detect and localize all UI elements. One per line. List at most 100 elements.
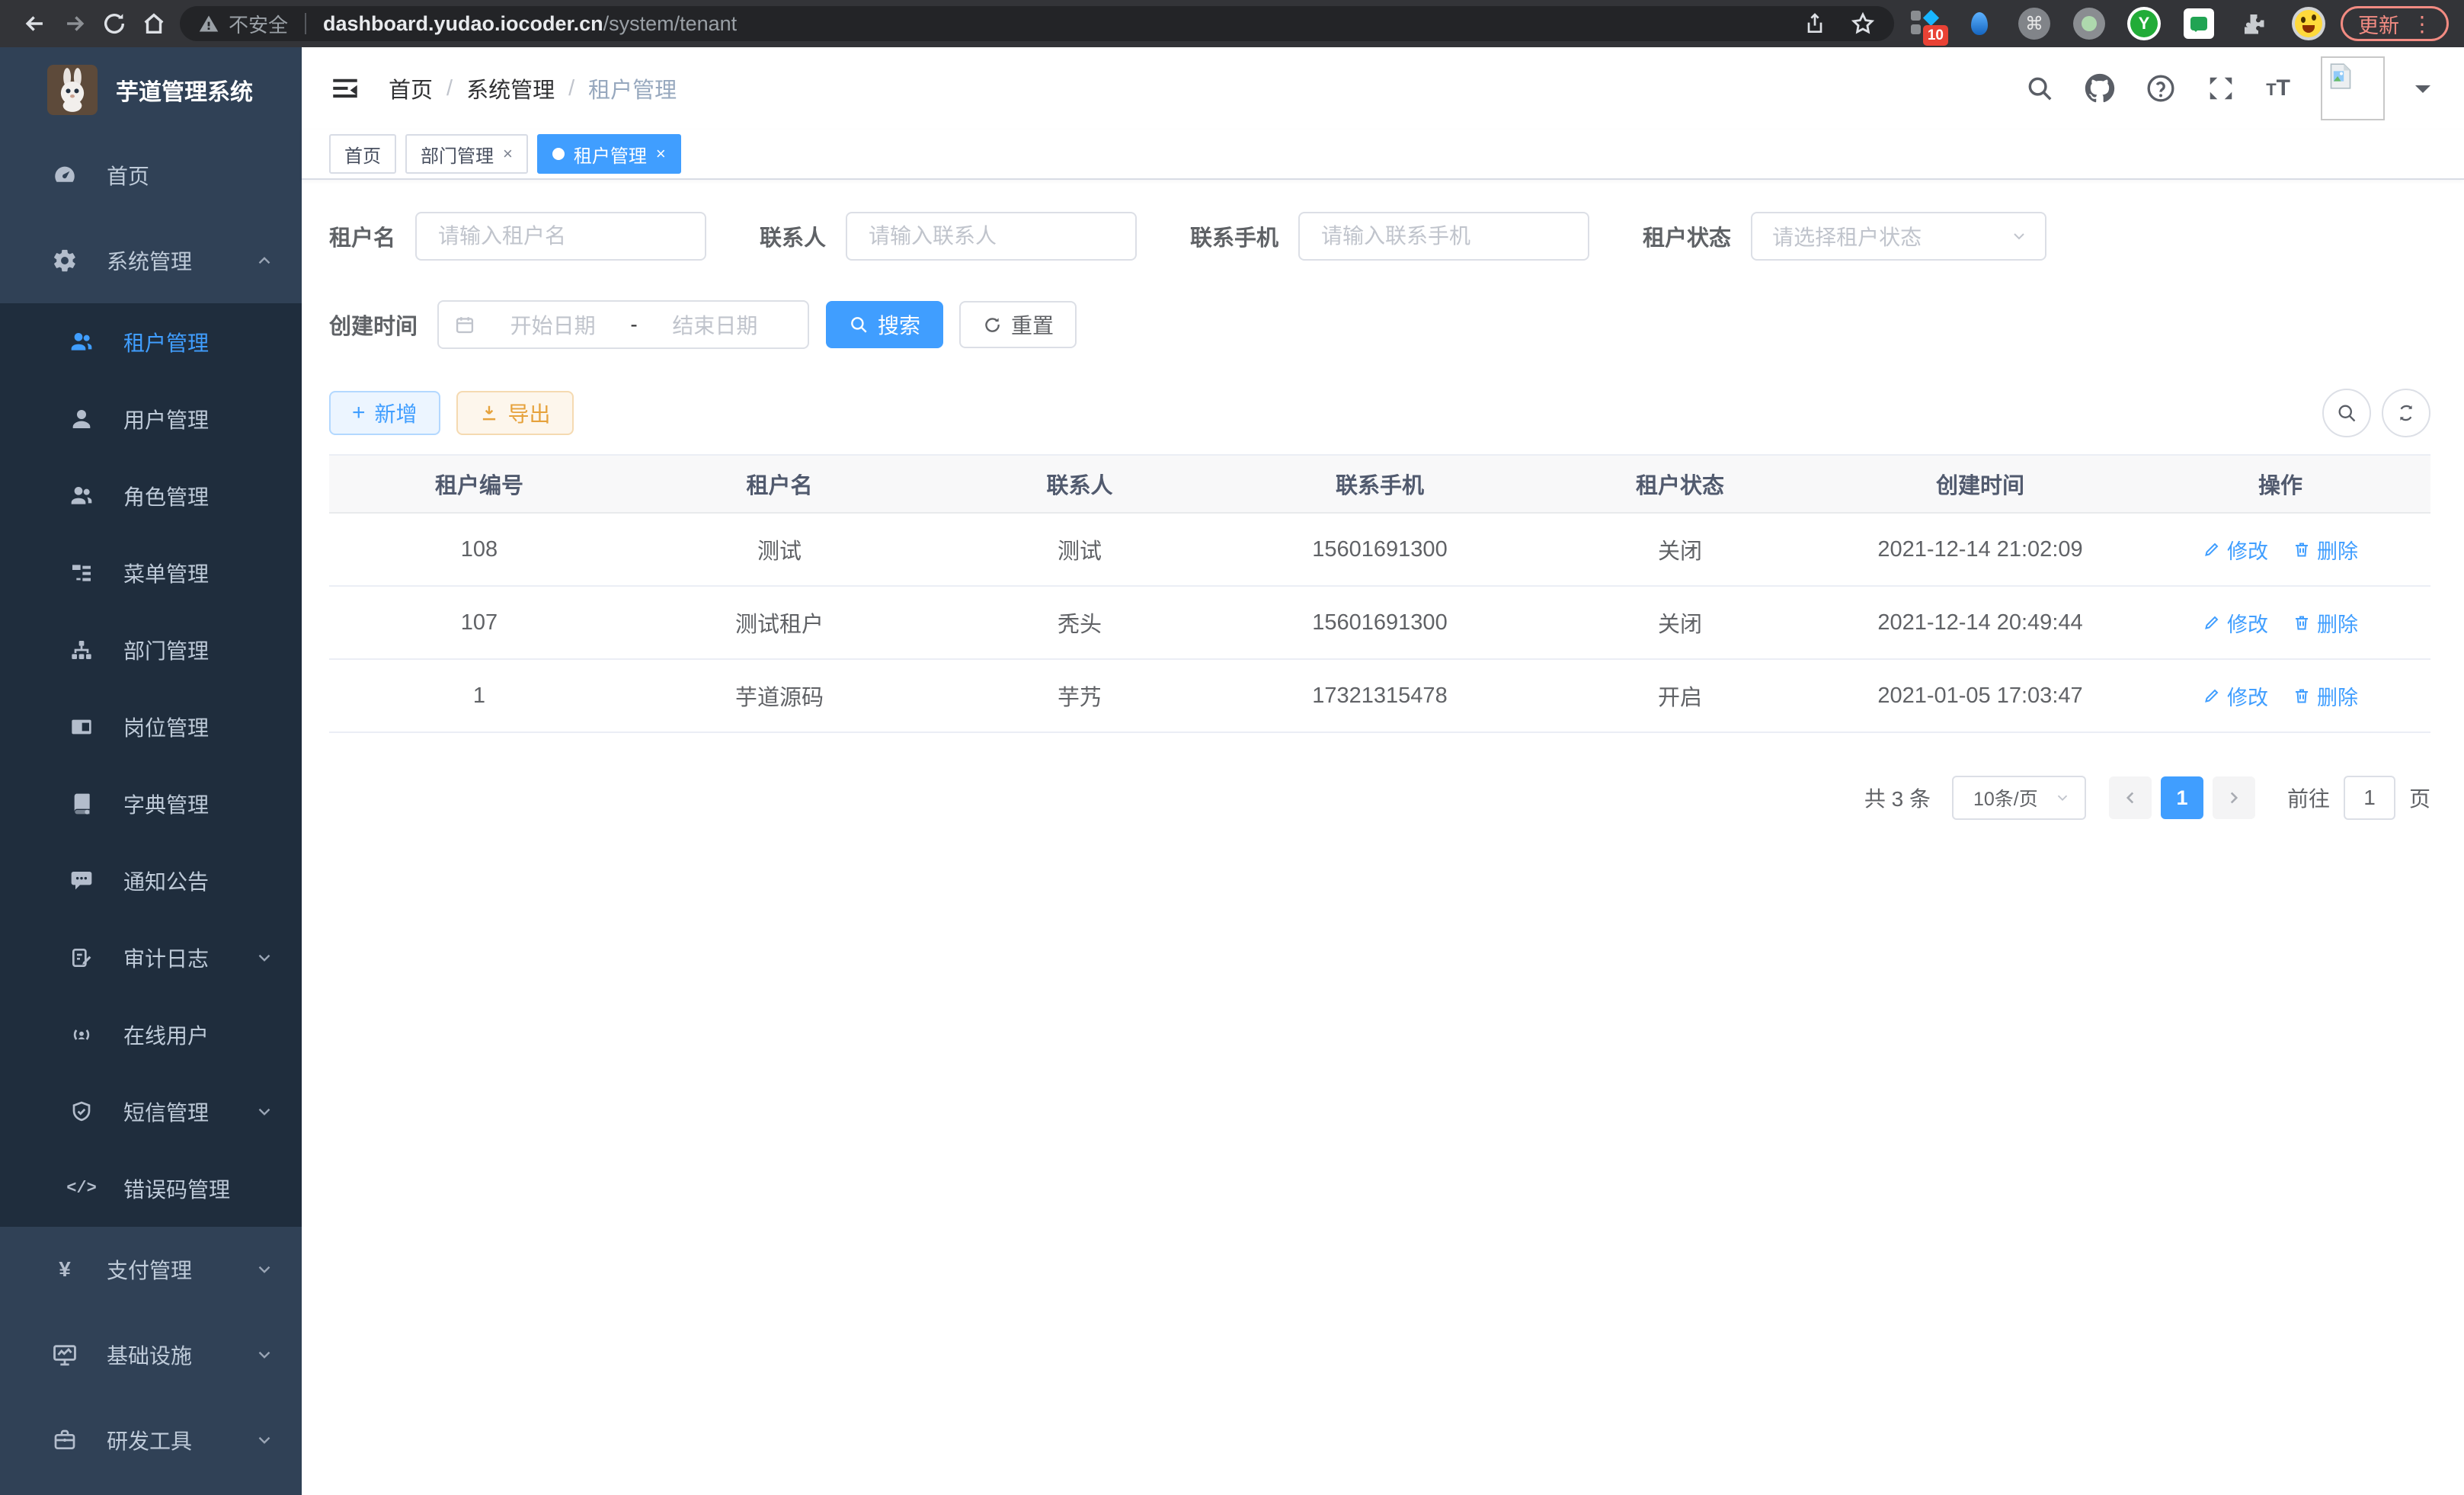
refresh-button[interactable] (2382, 389, 2430, 437)
browser-extensions: 10 ⌘ Y (1908, 7, 2325, 40)
tab-tenant[interactable]: 租户管理 × (537, 134, 681, 174)
hamburger-icon[interactable] (329, 72, 361, 104)
table-row: 107 测试租户 秃头 15601691300 关闭 2021-12-14 20… (329, 587, 2430, 660)
edit-button[interactable]: 修改 (2203, 535, 2268, 565)
date-range-picker[interactable]: 开始日期 - 结束日期 (437, 300, 809, 349)
chevron-up-icon (254, 251, 274, 271)
close-icon[interactable]: × (503, 144, 513, 164)
delete-button[interactable]: 删除 (2293, 535, 2358, 565)
avatar[interactable] (2321, 56, 2385, 120)
top-navbar: 首页 / 系统管理 / 租户管理 TT (302, 47, 2464, 130)
sidebar-item-dev-tools[interactable]: 研发工具 (0, 1397, 302, 1483)
sidebar-item-dept[interactable]: 部门管理 (0, 611, 302, 688)
chevron-down-icon (254, 1102, 274, 1122)
extension-kite-icon[interactable] (1963, 7, 1996, 40)
sidebar-item-audit-log[interactable]: 审计日志 (0, 919, 302, 996)
delete-icon (2293, 687, 2311, 705)
sidebar-item-post[interactable]: 岗位管理 (0, 688, 302, 765)
reset-button[interactable]: 重置 (959, 301, 1077, 348)
emoji-icon[interactable] (2292, 7, 2325, 40)
export-button[interactable]: 导出 (456, 391, 574, 435)
puzzle-icon[interactable] (2237, 7, 2270, 40)
browser-forward-icon[interactable] (55, 4, 94, 43)
tab-dept[interactable]: 部门管理 × (405, 134, 528, 174)
page-size-select[interactable]: 10条/页 (1952, 776, 2086, 820)
command-icon[interactable]: ⌘ (2018, 7, 2051, 40)
sidebar-item-home[interactable]: 首页 (0, 133, 302, 218)
chat-icon (66, 869, 98, 893)
address-bar[interactable]: 不安全 dashboard.yudao.iocoder.cn /system/t… (180, 6, 1894, 41)
sidebar-item-system[interactable]: 系统管理 (0, 218, 302, 303)
sidebar-item-online-user[interactable]: 在线用户 (0, 996, 302, 1073)
contact-input[interactable] (846, 212, 1137, 261)
sidebar-item-pay[interactable]: ¥ 支付管理 (0, 1227, 302, 1312)
browser-back-icon[interactable] (15, 4, 55, 43)
active-dot (552, 148, 565, 160)
users-icon (66, 484, 98, 508)
share-icon[interactable] (1803, 11, 1827, 36)
sidebar-item-infra[interactable]: 基础设施 (0, 1312, 302, 1397)
edit-icon (2203, 540, 2221, 559)
header-search-icon[interactable] (2025, 74, 2054, 103)
tags-view-bar: 首页 部门管理 × 租户管理 × (302, 130, 2464, 180)
refresh-icon (2395, 402, 2417, 424)
sidebar-item-user[interactable]: 用户管理 (0, 380, 302, 457)
github-icon[interactable] (2085, 73, 2115, 104)
browser-menu-icon[interactable]: ⋮ (2411, 11, 2433, 37)
font-size-icon[interactable]: TT (2266, 75, 2290, 101)
extension-grid-icon[interactable]: 10 (1908, 7, 1941, 40)
add-button[interactable]: + 新增 (329, 391, 440, 435)
not-secure-label: 不安全 (229, 10, 288, 38)
download-icon (479, 403, 499, 423)
sidebar-item-dict[interactable]: 字典管理 (0, 765, 302, 842)
next-page-button[interactable] (2213, 776, 2255, 819)
filter-tenant-name: 租户名 (329, 212, 706, 261)
log-icon (66, 946, 98, 970)
broken-image-icon (2325, 61, 2356, 91)
filter-mobile: 联系手机 (1190, 212, 1589, 261)
mobile-input[interactable] (1298, 212, 1589, 261)
breadcrumb-system[interactable]: 系统管理 (466, 72, 555, 104)
date-end-placeholder: 结束日期 (638, 309, 792, 340)
extension-y-icon[interactable]: Y (2127, 7, 2161, 40)
chevron-down-icon[interactable] (2415, 85, 2430, 101)
chevron-left-icon (2120, 788, 2140, 808)
app-logo[interactable]: 芋道管理系统 (0, 47, 302, 133)
prev-page-button[interactable] (2109, 776, 2152, 819)
tenant-name-input[interactable] (415, 212, 706, 261)
sidebar-item-error-code[interactable]: </> 错误码管理 (0, 1150, 302, 1227)
chevron-down-icon (254, 948, 274, 968)
browser-toolbar: 不安全 dashboard.yudao.iocoder.cn /system/t… (0, 0, 2464, 47)
edit-button[interactable]: 修改 (2203, 608, 2268, 638)
extension-chat-icon[interactable] (2182, 7, 2216, 40)
fullscreen-icon[interactable] (2206, 74, 2235, 103)
tenant-table: 租户编号 租户名 联系人 联系手机 租户状态 创建时间 操作 108 测试 测试… (329, 454, 2430, 733)
date-start-placeholder: 开始日期 (475, 309, 630, 340)
browser-reload-icon[interactable] (94, 4, 134, 43)
book-icon (66, 792, 98, 816)
search-button[interactable]: 搜索 (826, 301, 943, 348)
search-icon (2336, 402, 2357, 424)
sidebar-item-role[interactable]: 角色管理 (0, 457, 302, 534)
tab-home[interactable]: 首页 (329, 134, 396, 174)
browser-update-button[interactable]: 更新 ⋮ (2341, 6, 2449, 41)
toggle-search-button[interactable] (2322, 389, 2371, 437)
bookmark-star-icon[interactable] (1850, 11, 1876, 37)
help-icon[interactable] (2146, 73, 2176, 104)
delete-button[interactable]: 删除 (2293, 681, 2358, 711)
sidebar-item-notice[interactable]: 通知公告 (0, 842, 302, 919)
sidebar-item-sms[interactable]: 短信管理 (0, 1073, 302, 1150)
sidebar-item-menu[interactable]: 菜单管理 (0, 534, 302, 611)
close-icon[interactable]: × (656, 144, 666, 164)
sidebar-submenu-system: 租户管理 用户管理 角色管理 菜单管理 部门管理 岗位管理 (0, 303, 302, 1227)
sidebar-item-tenant[interactable]: 租户管理 (0, 303, 302, 380)
status-select[interactable]: 请选择租户状态 (1751, 212, 2046, 261)
page-number-button[interactable]: 1 (2161, 776, 2203, 819)
browser-home-icon[interactable] (134, 4, 174, 43)
extension-record-icon[interactable] (2072, 7, 2106, 40)
delete-button[interactable]: 删除 (2293, 608, 2358, 638)
logo-rabbit-image (47, 65, 98, 115)
breadcrumb-home[interactable]: 首页 (389, 72, 433, 104)
goto-page-input[interactable] (2344, 776, 2395, 820)
edit-button[interactable]: 修改 (2203, 681, 2268, 711)
